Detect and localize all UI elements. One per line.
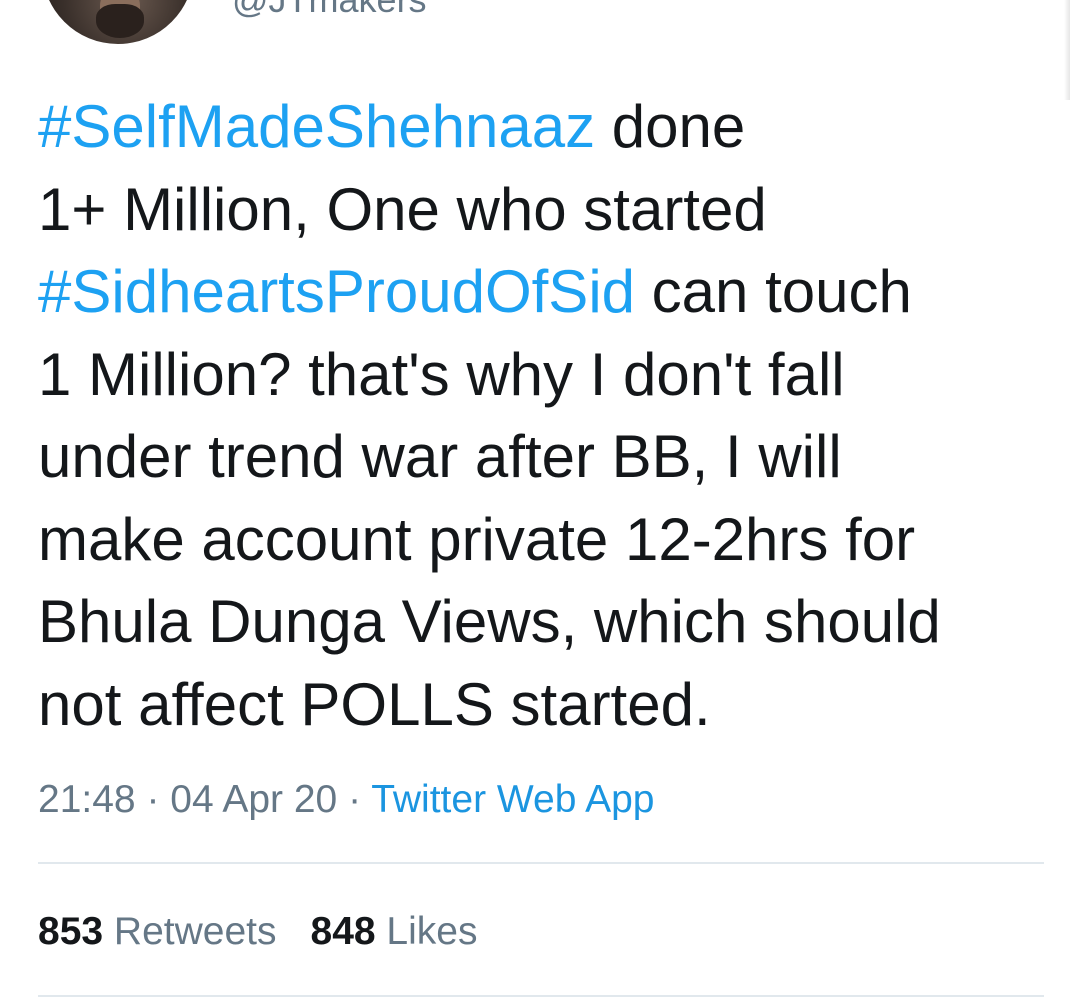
likes-count: 848 xyxy=(310,910,376,953)
hashtag-link[interactable]: #SelfMadeShehnaaz xyxy=(38,93,595,160)
hashtag-link[interactable]: #SidheartsProudOfSid xyxy=(38,258,635,325)
scrollbar xyxy=(1064,0,1070,100)
tweet-line: 1+ Million, One who started xyxy=(38,175,767,243)
avatar-beard xyxy=(96,4,144,38)
tweet-line: make account private 12-2hrs for xyxy=(38,505,916,573)
meta-separator: · xyxy=(337,778,372,821)
likes-stat[interactable]: 848 Likes xyxy=(311,910,478,953)
tweet-time[interactable]: 21:48 xyxy=(38,778,136,821)
tweet-line: under trend war after BB, I will xyxy=(38,423,842,490)
tweet-line: #SidheartsProudOfSid can touch xyxy=(38,258,912,325)
divider xyxy=(38,862,1044,864)
tweet-text: #SelfMadeShehnaaz done 1+ Million, One w… xyxy=(38,86,1038,746)
retweets-count: 853 xyxy=(38,910,104,953)
tweet-date[interactable]: 04 Apr 20 xyxy=(170,778,337,821)
divider xyxy=(38,995,1044,997)
retweets-label: Retweets xyxy=(113,910,277,953)
author-handle[interactable]: @JTmakers xyxy=(232,0,427,20)
meta-separator: · xyxy=(135,778,171,821)
tweet-stats: 853 Retweets 848 Likes xyxy=(38,908,477,956)
tweet-source-link[interactable]: Twitter Web App xyxy=(371,778,654,821)
author-avatar[interactable] xyxy=(42,0,194,44)
tweet-line: not affect POLLS started. xyxy=(38,670,711,738)
retweets-stat[interactable]: 853 Retweets xyxy=(38,910,277,953)
tweet-meta: 21:48 · 04 Apr 20 · Twitter Web App xyxy=(38,776,654,824)
likes-label: Likes xyxy=(386,910,478,953)
tweet-line: Bhula Dunga Views, which should xyxy=(38,588,941,655)
tweet-line: #SelfMadeShehnaaz done xyxy=(38,93,746,160)
tweet-line: 1 Million? that's why I don't fall xyxy=(38,340,845,408)
